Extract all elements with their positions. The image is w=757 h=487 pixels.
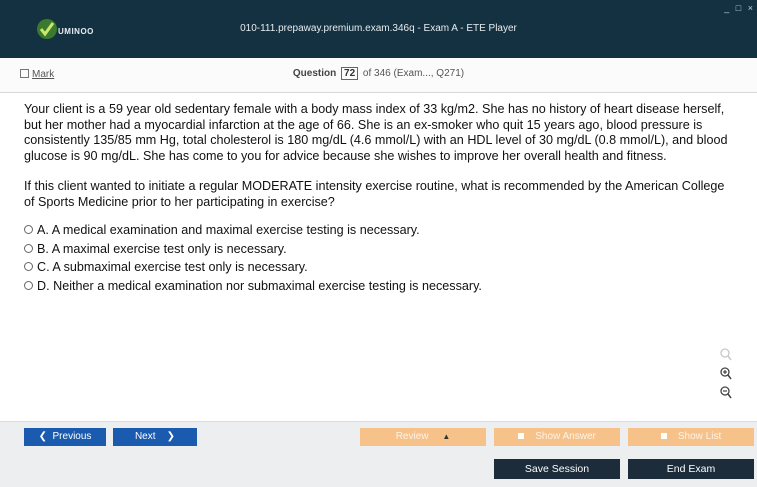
question-scenario: Your client is a 59 year old sedentary f… (24, 102, 728, 163)
question-total: of 346 (Exam..., Q271) (362, 68, 465, 79)
answer-option-b[interactable]: B. A maximal exercise test only is neces… (24, 242, 736, 258)
show-answer-button[interactable]: Show Answer (494, 428, 620, 446)
question-prompt: If this client wanted to initiate a regu… (24, 179, 725, 209)
end-exam-button[interactable]: End Exam (628, 459, 754, 479)
question-word: Question (292, 68, 337, 79)
answer-list: A. A medical examination and maximal exe… (24, 223, 736, 294)
show-list-label: Show List (677, 431, 722, 442)
answer-option-a[interactable]: A. A medical examination and maximal exe… (24, 223, 736, 239)
zoom-tools (716, 348, 736, 405)
answer-option-d[interactable]: D. Neither a medical examination nor sub… (24, 279, 736, 295)
zoom-out-icon[interactable] (716, 386, 736, 405)
previous-button[interactable]: ❮ Previous (24, 428, 106, 446)
question-counter: Question 72 of 346 (Exam..., Q271) (0, 67, 757, 80)
question-header: Mark Question 72 of 346 (Exam..., Q271) (0, 58, 757, 93)
save-session-button[interactable]: Save Session (494, 459, 620, 479)
answer-label[interactable]: A. A medical examination and maximal exe… (37, 223, 420, 237)
next-label: Next (134, 431, 156, 442)
radio-icon[interactable] (24, 243, 33, 253)
search-icon[interactable] (716, 348, 736, 367)
radio-icon[interactable] (24, 225, 33, 234)
radio-icon[interactable] (24, 280, 33, 290)
navigation-bar: ❮ Previous Next ❯ Review ▲ Show Answer S… (0, 421, 757, 452)
show-answer-label: Show Answer (535, 431, 596, 442)
answer-option-c[interactable]: C. A submaximal exercise test only is ne… (24, 260, 736, 276)
show-list-button[interactable]: Show List (628, 428, 754, 446)
chevron-left-icon: ❮ (38, 431, 47, 442)
chevron-right-icon: ❯ (166, 431, 176, 442)
radio-icon[interactable] (24, 262, 33, 271)
question-body: Your client is a 59 year old sedentary f… (24, 102, 736, 297)
answer-label[interactable]: C. A submaximal exercise test only is ne… (37, 260, 308, 274)
answer-label[interactable]: D. Neither a medical examination nor sub… (37, 279, 482, 293)
session-bar: Save Session End Exam (0, 451, 757, 487)
window-title: 010-111.prepaway.premium.exam.346q - Exa… (240, 23, 517, 34)
review-label: Review (395, 431, 429, 442)
checkbox-icon[interactable] (660, 433, 667, 439)
title-bar: UMINOO 010-111.prepaway.premium.exam.346… (0, 0, 757, 58)
previous-label: Previous (52, 431, 92, 442)
checkbox-icon[interactable] (518, 433, 525, 439)
question-number-input[interactable]: 72 (341, 67, 359, 80)
review-button[interactable]: Review ▲ (360, 428, 486, 446)
window-controls[interactable]: _ □ × (724, 3, 755, 13)
zoom-in-icon[interactable] (716, 367, 736, 386)
answer-label[interactable]: B. A maximal exercise test only is neces… (37, 242, 287, 256)
caret-up-icon: ▲ (442, 432, 451, 441)
next-button[interactable]: Next ❯ (113, 428, 197, 446)
